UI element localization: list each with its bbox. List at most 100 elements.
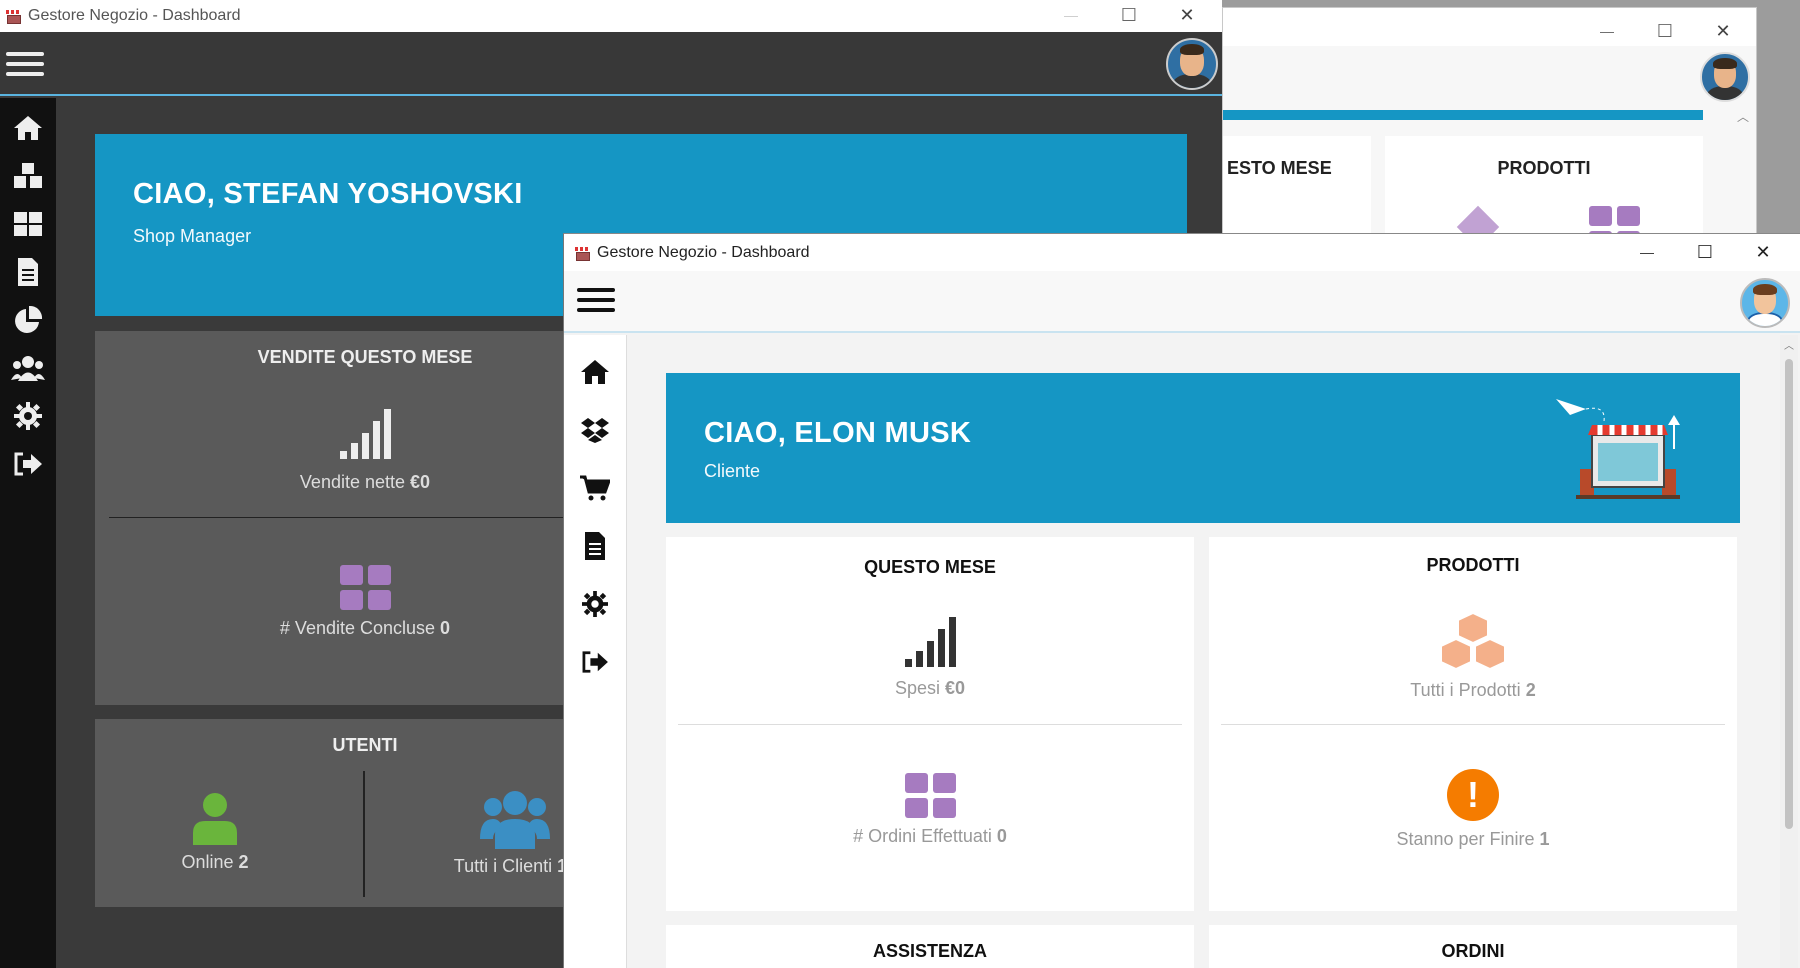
user-avatar[interactable] xyxy=(1700,52,1750,102)
home-icon[interactable] xyxy=(564,343,626,401)
support-card: ASSISTENZA xyxy=(666,925,1194,968)
card-title: PRODOTTI xyxy=(1497,158,1591,178)
window-title: Gestore Negozio - Dashboard xyxy=(597,243,810,261)
user-avatar[interactable] xyxy=(1166,38,1218,90)
stat-label: Tutti i Prodotti xyxy=(1410,680,1521,700)
customer-titlebar[interactable]: Gestore Negozio - Dashboard xyxy=(564,234,1800,271)
stat-label: # Ordini Effettuati xyxy=(853,826,992,846)
stat-value: 0 xyxy=(440,618,451,638)
logout-icon[interactable] xyxy=(0,440,56,488)
maximize-button[interactable]: ☐ xyxy=(1676,237,1734,267)
back-scrollbar-up-icon[interactable]: ︿ xyxy=(1737,108,1749,125)
window-title: Gestore Negozio - Dashboard xyxy=(28,7,241,24)
customer-topbar xyxy=(564,271,1800,333)
cubes-icon xyxy=(1440,611,1506,671)
dropbox-icon[interactable] xyxy=(564,401,626,459)
user-icon xyxy=(193,793,237,845)
manager-sidebar xyxy=(0,98,56,968)
back-products-card: PRODOTTI xyxy=(1385,136,1703,236)
pie-chart-icon[interactable] xyxy=(0,296,56,344)
products-card: PRODOTTI Tutti i Prodotti 2 ! Stanno per… xyxy=(1209,537,1737,911)
closed-sales-stat: # Vendite Concluse 0 xyxy=(95,565,635,639)
users-icon[interactable] xyxy=(0,344,56,392)
card-title: UTENTI xyxy=(332,735,398,755)
customer-welcome-banner: CIAO, ELON MUSK Cliente xyxy=(666,373,1740,523)
signal-bars-icon xyxy=(904,617,956,667)
signal-bars-icon xyxy=(339,409,391,459)
stat-label: Spesi xyxy=(894,678,940,698)
back-month-card: ESTO MESE xyxy=(1223,136,1371,236)
close-button[interactable]: ✕ xyxy=(1158,0,1216,30)
close-button[interactable]: ✕ xyxy=(1734,237,1792,267)
gear-icon[interactable] xyxy=(564,575,626,633)
hamburger-menu-icon[interactable] xyxy=(577,288,615,318)
user-role: Cliente xyxy=(704,461,761,481)
app-icon xyxy=(575,246,590,261)
scroll-up-icon[interactable]: ︿ xyxy=(1780,337,1798,352)
minimize-button[interactable]: — xyxy=(1618,237,1676,267)
sales-card: VENDITE QUESTO MESE Vendite nette €0 # V… xyxy=(95,331,635,705)
grid-icon xyxy=(904,773,956,818)
stat-value: 2 xyxy=(1525,680,1536,700)
minimize-button[interactable]: — xyxy=(1578,16,1636,46)
divider xyxy=(678,724,1182,725)
home-icon[interactable] xyxy=(0,104,56,152)
customer-sidebar xyxy=(564,335,627,968)
orders-card: ORDINI xyxy=(1209,925,1737,968)
grid-icon[interactable] xyxy=(0,200,56,248)
manager-window-controls: — ☐ ✕ xyxy=(1042,0,1216,30)
stat-label: Online xyxy=(181,852,234,872)
all-products-stat: Tutti i Prodotti 2 xyxy=(1209,611,1737,701)
stat-label: Tutti i Clienti xyxy=(453,856,553,876)
cubes-icon[interactable] xyxy=(0,152,56,200)
back-window-controls: — ☐ ✕ xyxy=(1578,16,1752,46)
document-icon[interactable] xyxy=(564,517,626,575)
user-role: Shop Manager xyxy=(133,226,252,246)
manager-titlebar[interactable]: Gestore Negozio - Dashboard xyxy=(0,0,1222,32)
customer-window-controls: — ☐ ✕ xyxy=(1618,237,1792,267)
stat-value: 1 xyxy=(1539,829,1550,849)
users-card: UTENTI Online 2 Tutti i Clienti 11 xyxy=(95,719,635,907)
document-icon[interactable] xyxy=(0,248,56,296)
maximize-button[interactable]: ☐ xyxy=(1636,16,1694,46)
net-sales-stat: Vendite nette €0 xyxy=(95,409,635,493)
maximize-button[interactable]: ☐ xyxy=(1100,0,1158,30)
close-button[interactable]: ✕ xyxy=(1694,16,1752,46)
divider xyxy=(109,517,635,518)
card-title: PRODOTTI xyxy=(1426,555,1520,575)
grid-icon xyxy=(339,565,391,610)
manager-topbar xyxy=(0,32,1222,96)
stat-value: €0 xyxy=(945,678,966,698)
stat-label: Vendite nette xyxy=(299,472,406,492)
divider xyxy=(363,771,365,897)
running-low-stat: ! Stanno per Finire 1 xyxy=(1209,769,1737,850)
card-title: ASSISTENZA xyxy=(872,941,987,961)
divider xyxy=(1221,724,1725,725)
back-window-accent-bar xyxy=(1223,110,1703,120)
back-window: — ☐ ✕ ︿ ESTO MESE PRODOTTI xyxy=(1222,7,1757,237)
vertical-scrollbar[interactable]: ︿ xyxy=(1780,335,1798,968)
stat-value: 2 xyxy=(238,852,249,872)
stat-label: Stanno per Finire xyxy=(1396,829,1535,849)
card-title: QUESTO MESE xyxy=(864,557,996,577)
scrollbar-thumb[interactable] xyxy=(1785,359,1793,829)
card-title: ORDINI xyxy=(1441,941,1505,961)
warning-icon: ! xyxy=(1447,769,1499,821)
user-avatar[interactable] xyxy=(1740,278,1790,328)
stat-value: 0 xyxy=(996,826,1007,846)
gear-icon[interactable] xyxy=(0,392,56,440)
users-icon xyxy=(480,791,550,849)
orders-made-stat: # Ordini Effettuati 0 xyxy=(666,773,1194,847)
customer-window: Gestore Negozio - Dashboard — ☐ ✕ ︿ CIAO… xyxy=(563,233,1800,968)
minimize-button[interactable]: — xyxy=(1042,0,1100,30)
hamburger-menu-icon[interactable] xyxy=(6,52,44,82)
stat-value: €0 xyxy=(410,472,431,492)
online-stat: Online 2 xyxy=(145,791,285,873)
card-title: VENDITE QUESTO MESE xyxy=(257,347,473,367)
greeting: CIAO, ELON MUSK xyxy=(704,417,972,449)
spent-stat: Spesi €0 xyxy=(666,617,1194,699)
app-icon xyxy=(6,10,21,24)
cart-icon[interactable] xyxy=(564,459,626,517)
greeting: CIAO, STEFAN YOSHOVSKI xyxy=(133,178,523,210)
logout-icon[interactable] xyxy=(564,633,626,691)
